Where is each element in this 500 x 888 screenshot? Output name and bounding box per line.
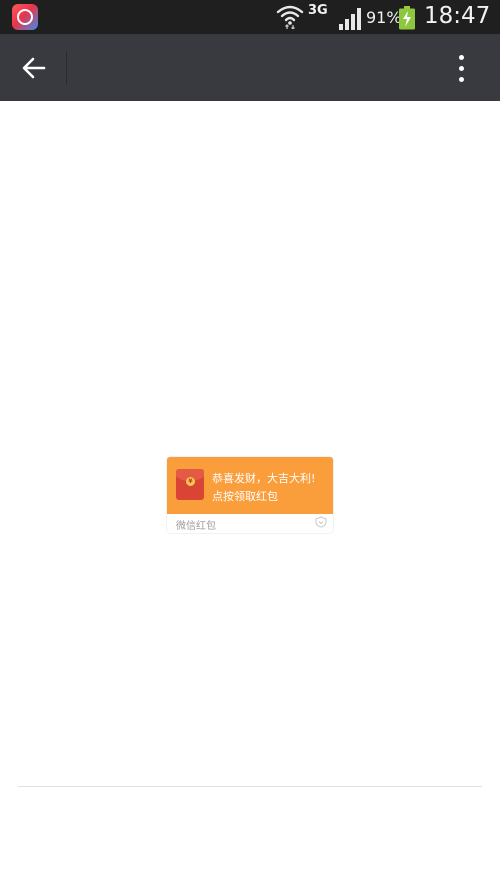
red-packet-greeting: 恭喜发财，大吉大利! xyxy=(212,472,316,485)
back-arrow-icon xyxy=(22,57,46,79)
network-type-label: 3G xyxy=(308,3,328,18)
red-packet-card-footer: 微信红包 xyxy=(167,514,333,533)
action-bar xyxy=(0,34,500,101)
red-packet-card-header: ¥ 恭喜发财，大吉大利! 点按领取红包 xyxy=(167,457,333,514)
wifi-icon xyxy=(276,5,304,29)
red-packet-card[interactable]: ¥ 恭喜发财，大吉大利! 点按领取红包 微信红包 xyxy=(167,457,333,533)
chat-content: ¥ 恭喜发财，大吉大利! 点按领取红包 微信红包 xyxy=(0,101,500,888)
status-clock: 18:47 xyxy=(424,3,491,29)
more-vertical-icon xyxy=(459,55,464,60)
more-vertical-icon-dot xyxy=(459,77,464,82)
red-packet-action-text: 点按领取红包 xyxy=(212,490,278,503)
battery-charging-icon xyxy=(399,6,415,30)
signal-strength-icon xyxy=(339,8,361,30)
status-bar: 3G 91% 18:47 xyxy=(0,0,500,34)
wechat-pay-icon xyxy=(315,516,327,528)
app-notification-icon xyxy=(12,4,38,30)
back-button[interactable] xyxy=(10,46,58,90)
battery-percent: 91% xyxy=(366,8,402,27)
red-packet-footer-label: 微信红包 xyxy=(176,521,216,532)
bottom-divider xyxy=(18,786,482,787)
more-options-button[interactable] xyxy=(444,46,478,90)
toolbar-divider xyxy=(66,51,67,85)
more-vertical-icon-dot xyxy=(459,66,464,71)
red-envelope-icon: ¥ xyxy=(176,469,204,500)
